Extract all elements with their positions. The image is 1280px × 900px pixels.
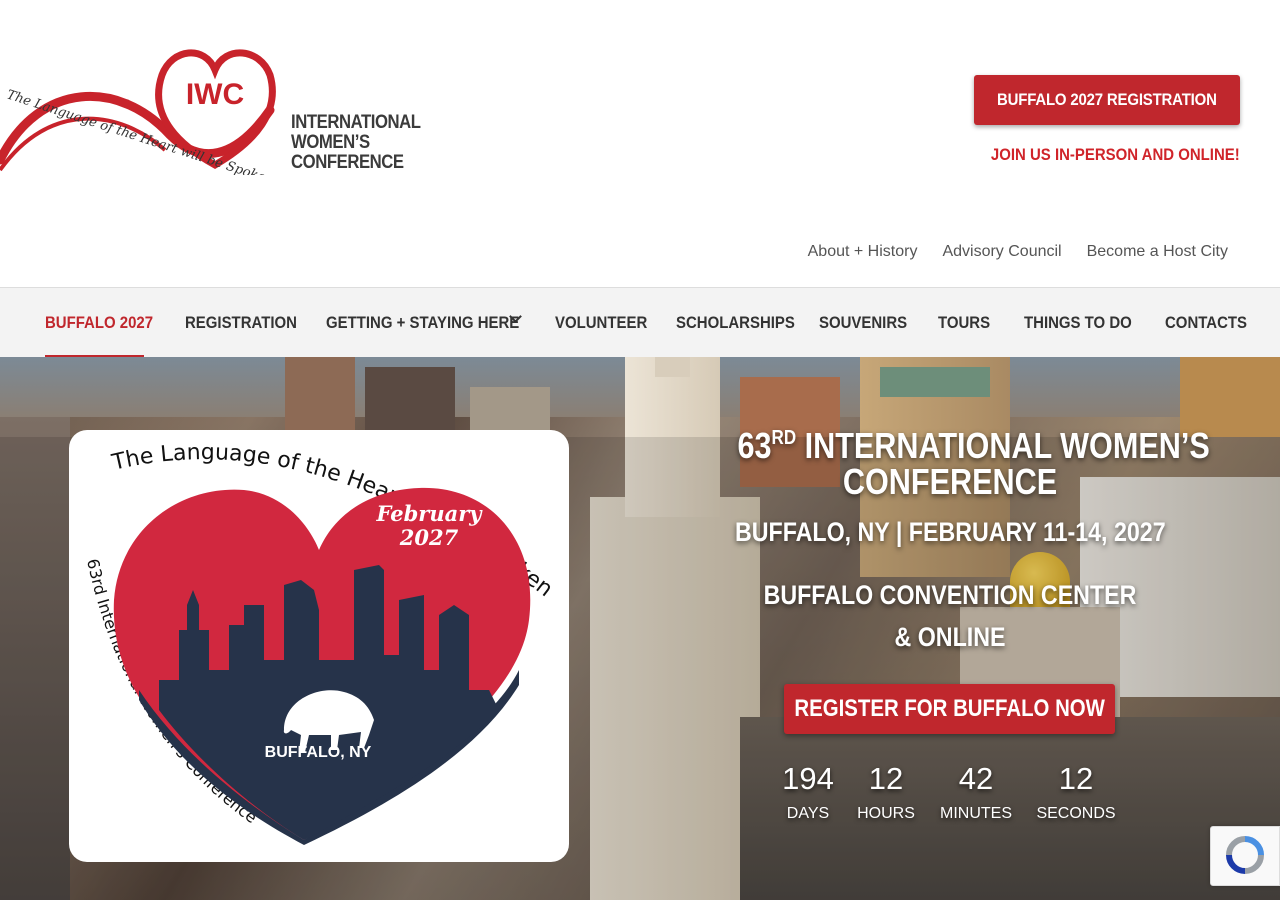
hero-banner: The Language of the Heart Will Be Spoken…: [0, 357, 1280, 900]
countdown-hours: 12 HOURS: [857, 761, 915, 822]
buffalo-registration-label: BUFFALO 2027 REGISTRATION: [997, 90, 1217, 109]
hero-location-date: BUFFALO, NY | FEBRUARY 11-14, 2027: [735, 517, 1166, 547]
recaptcha-badge[interactable]: [1210, 826, 1280, 886]
nav-item-contacts[interactable]: CONTACTS: [1165, 288, 1258, 358]
nav-item-tours[interactable]: TOURS: [938, 288, 997, 358]
nav-item-volunteer[interactable]: VOLUNTEER: [555, 288, 660, 358]
nav-item-souvenirs[interactable]: SOUVENIRS: [819, 288, 919, 358]
hero-title-line-2: CONFERENCE: [842, 461, 1058, 502]
hero-venue-line-1: BUFFALO CONVENTION CENTER: [763, 580, 1137, 610]
utility-nav: About + History Advisory Council Become …: [808, 243, 1228, 261]
site-logo[interactable]: IWC The Language of the Heart will be Sp…: [0, 40, 430, 175]
conference-poster: The Language of the Heart Will Be Spoken…: [69, 430, 569, 862]
hero-venue-line-2: & ONLINE: [894, 622, 1006, 652]
register-buffalo-now-button[interactable]: REGISTER FOR BUFFALO NOW: [784, 684, 1115, 734]
main-nav: BUFFALO 2027 REGISTRATION GETTING + STAY…: [0, 287, 1280, 358]
buffalo-registration-button[interactable]: BUFFALO 2027 REGISTRATION: [974, 75, 1240, 125]
logo-wordmark: INTERNATIONAL WOMEN’S CONFERENCE: [291, 113, 421, 173]
site-header: IWC The Language of the Heart will be Sp…: [0, 0, 1280, 287]
nav-item-getting-staying-here[interactable]: GETTING + STAYING HERE: [326, 288, 546, 358]
join-us-text: JOIN US IN-PERSON AND ONLINE!: [991, 145, 1240, 164]
nav-item-buffalo-2027[interactable]: BUFFALO 2027: [45, 288, 153, 358]
logo-word-line-3: CONFERENCE: [291, 152, 404, 173]
nav-item-scholarships[interactable]: SCHOLARSHIPS: [676, 288, 811, 358]
countdown-minutes: 42 MINUTES: [940, 761, 1012, 822]
logo-word-line-2: WOMEN’S: [291, 132, 370, 153]
logo-monogram: IWC: [186, 78, 244, 111]
heart-icon: The Language of the Heart Will Be Spoken…: [69, 430, 563, 845]
util-link-about-history[interactable]: About + History: [808, 243, 918, 261]
register-buffalo-now-label: REGISTER FOR BUFFALO NOW: [794, 695, 1105, 722]
poster-city: BUFFALO, NY: [264, 744, 372, 761]
util-link-become-host-city[interactable]: Become a Host City: [1087, 243, 1228, 261]
countdown-seconds: 12 SECONDS: [1036, 761, 1116, 822]
nav-item-things-to-do[interactable]: THINGS TO DO: [1024, 288, 1146, 358]
countdown-days: 194 DAYS: [782, 761, 834, 822]
countdown-timer: 194 DAYS 12 HOURS 42 MINUTES 12 SECONDS: [770, 759, 1120, 839]
util-link-advisory-council[interactable]: Advisory Council: [942, 243, 1061, 261]
nav-item-registration[interactable]: REGISTRATION: [185, 288, 312, 358]
poster-date: February 2027: [376, 501, 482, 550]
recaptcha-icon: [1226, 836, 1264, 874]
logo-word-line-1: INTERNATIONAL: [291, 112, 421, 133]
